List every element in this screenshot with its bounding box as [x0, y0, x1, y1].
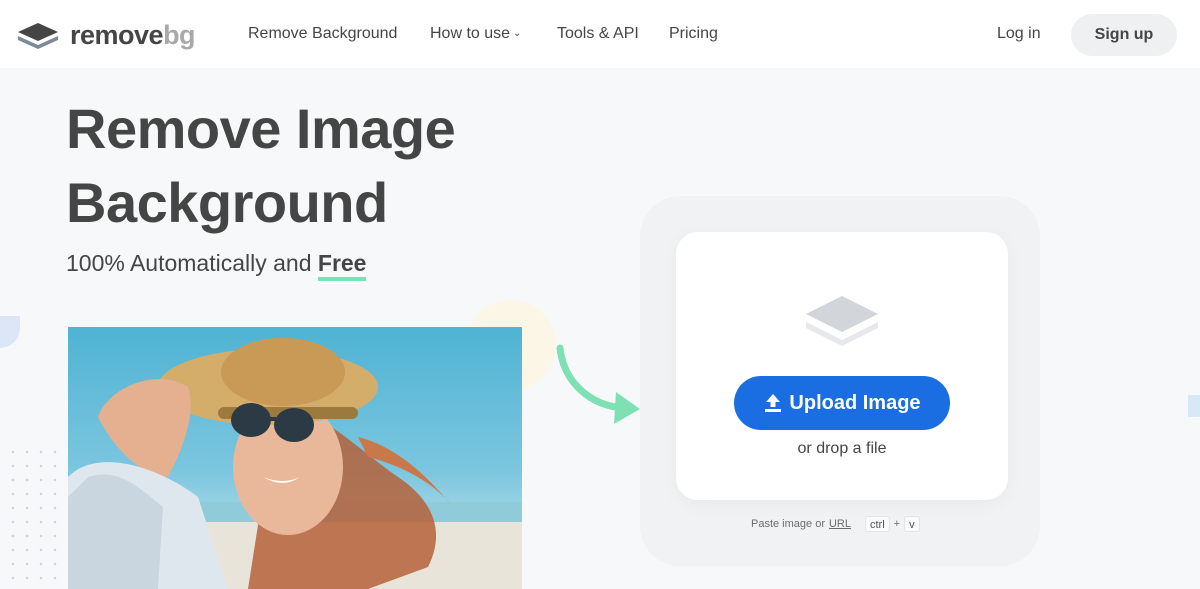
key-ctrl: ctrl — [865, 516, 890, 532]
hero-subtitle-emphasis: Free — [317, 250, 367, 281]
layers-stack-icon — [806, 296, 878, 346]
upload-arrow-icon — [765, 394, 782, 412]
nav-how-to-use[interactable]: How to use ⌄ — [430, 25, 521, 43]
hero-title: Remove Image Background — [66, 92, 586, 240]
upload-image-button[interactable]: Upload Image — [734, 376, 950, 430]
nav-pricing[interactable]: Pricing — [669, 25, 718, 43]
layers-logo-icon — [18, 22, 58, 49]
brand-wordmark: removebg — [70, 20, 196, 51]
key-v: v — [904, 516, 920, 532]
signup-button[interactable]: Sign up — [1071, 14, 1177, 56]
drop-file-text: or drop a file — [797, 440, 887, 457]
hero-title-line2: Background — [66, 171, 388, 234]
curved-arrow-icon — [556, 344, 640, 424]
hero-subtitle: 100% Automatically and Free — [66, 250, 367, 281]
paste-hint: Paste image or URL ctrl + v — [751, 516, 920, 532]
decorative-dot-grid — [6, 445, 62, 585]
upload-image-label: Upload Image — [789, 391, 921, 414]
nav-how-to-use-label: How to use — [430, 25, 511, 42]
nav-tools-api[interactable]: Tools & API — [557, 25, 639, 43]
upload-card[interactable]: Upload Image or drop a file — [676, 232, 1008, 500]
nav-remove-background[interactable]: Remove Background — [248, 25, 397, 43]
paste-url-link[interactable]: URL — [829, 518, 851, 530]
key-plus: + — [893, 518, 901, 530]
top-navigation: removebg Remove Background How to use ⌄ T… — [0, 0, 1200, 68]
login-link[interactable]: Log in — [997, 25, 1041, 43]
decorative-shape-right — [1188, 395, 1200, 417]
hero-title-line1: Remove Image — [66, 97, 456, 160]
decorative-shape — [0, 316, 20, 348]
brand-logo[interactable]: removebg — [16, 20, 196, 51]
chevron-down-icon: ⌄ — [513, 28, 522, 40]
paste-hint-prefix: Paste image or — [751, 518, 825, 530]
brand-name-accent: bg — [163, 20, 196, 50]
brand-name-main: remove — [70, 20, 164, 50]
hero-subtitle-prefix: 100% Automatically and — [66, 250, 312, 276]
example-photo — [68, 327, 522, 589]
